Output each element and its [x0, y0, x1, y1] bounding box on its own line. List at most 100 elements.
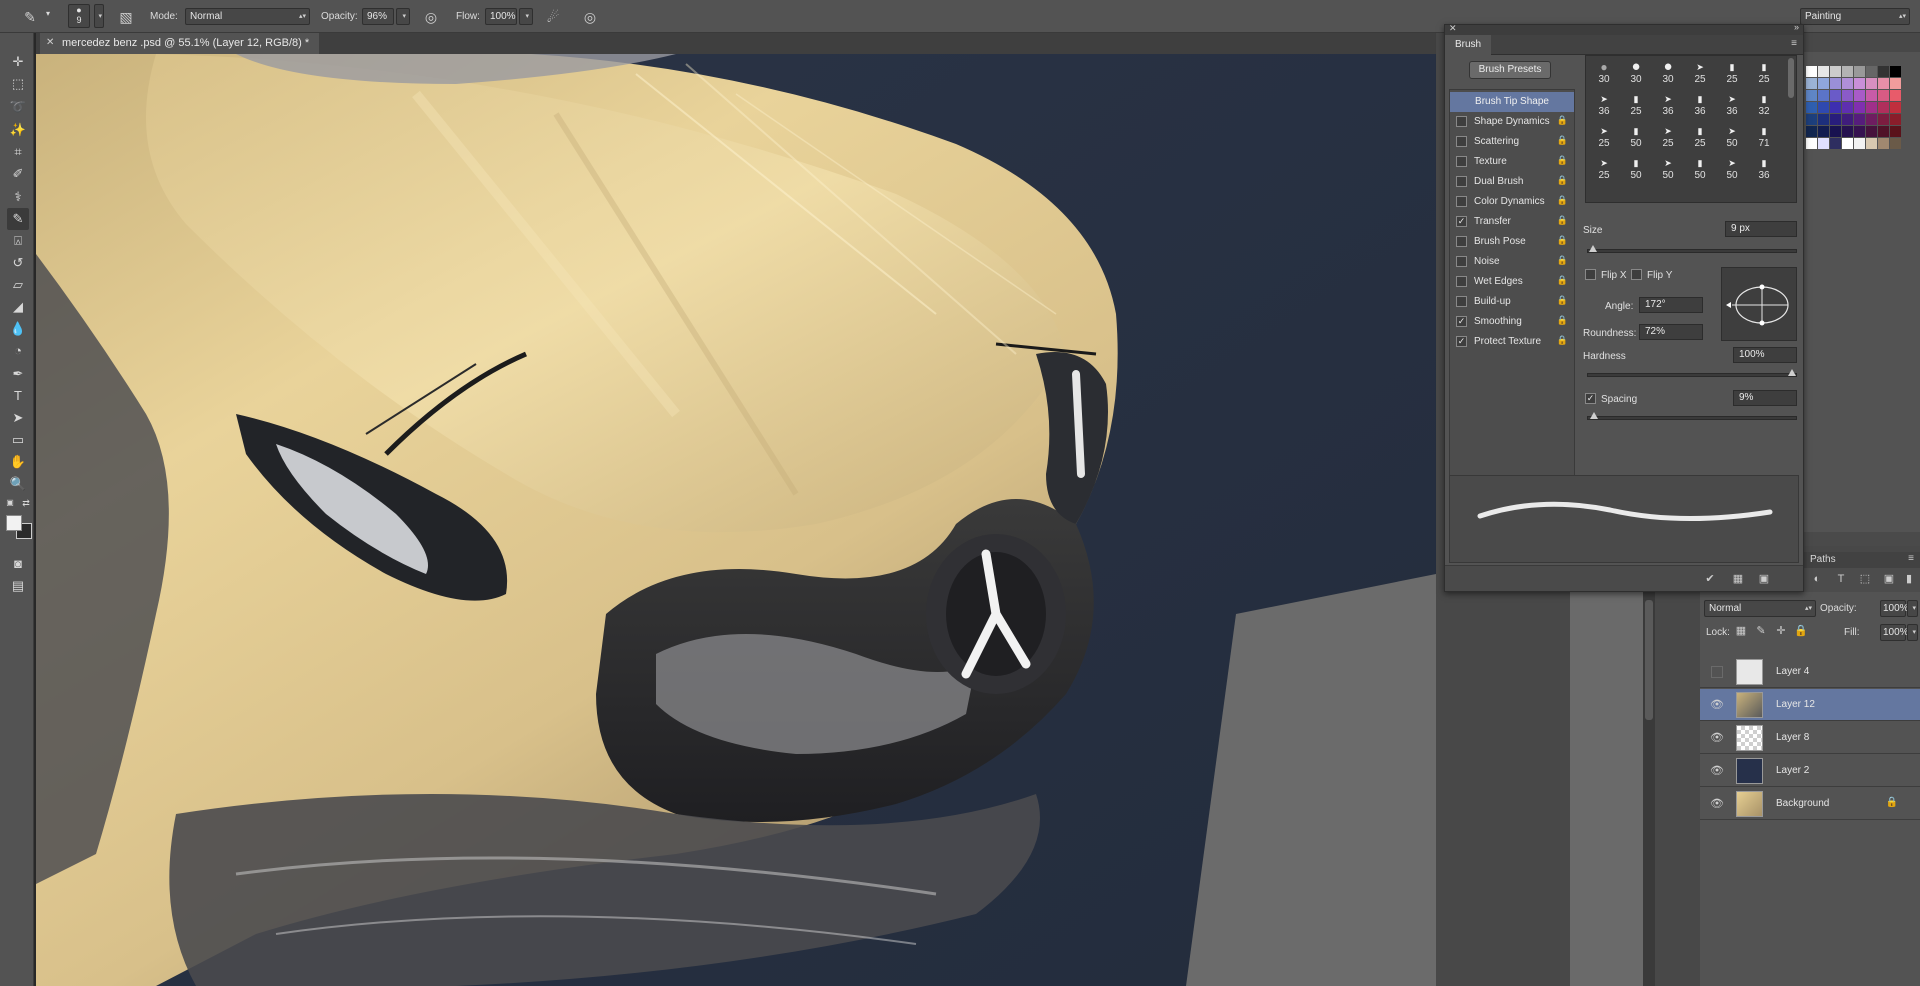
brush-option-checkbox[interactable]: [1456, 176, 1467, 187]
slider-knob[interactable]: [1788, 369, 1796, 376]
brush-tip[interactable]: ➤ 25: [1590, 156, 1618, 186]
visibility-eye-icon[interactable]: 👁: [1710, 797, 1724, 811]
size-slider[interactable]: [1587, 245, 1797, 253]
lock-icon[interactable]: 🔒: [1557, 175, 1568, 186]
color-swatch[interactable]: [1830, 126, 1841, 137]
roundness-input[interactable]: 72%: [1639, 324, 1703, 340]
color-swatch[interactable]: [1818, 102, 1829, 113]
color-swatch[interactable]: [1878, 66, 1889, 77]
close-icon[interactable]: ✕: [1449, 23, 1457, 34]
layer-thumbnail[interactable]: [1736, 791, 1763, 817]
brush-tip[interactable]: ▮ 36: [1750, 156, 1778, 186]
color-swatch[interactable]: [1866, 66, 1877, 77]
layer-thumbnail[interactable]: [1736, 692, 1763, 718]
layer-thumbnail[interactable]: [1736, 758, 1763, 784]
brush-tip[interactable]: ● 30: [1590, 60, 1618, 90]
brush-option-checkbox[interactable]: ✓: [1456, 216, 1467, 227]
brush-tip[interactable]: ▮ 36: [1686, 92, 1714, 122]
shape-filter-icon[interactable]: ⬚: [1858, 572, 1872, 586]
swap-colors-icon[interactable]: ⇄: [20, 497, 32, 509]
color-swatch[interactable]: [1866, 126, 1877, 137]
blur-tool-icon[interactable]: 💧: [7, 318, 29, 340]
panel-menu-icon[interactable]: ≡: [1791, 38, 1797, 49]
color-swatch[interactable]: [1890, 78, 1901, 89]
brush-option-checkbox[interactable]: [1456, 256, 1467, 267]
toggle-live-tip-icon[interactable]: ✔: [1703, 572, 1717, 586]
brush-option-item[interactable]: Build-up 🔒: [1450, 292, 1574, 312]
quick-mask-icon[interactable]: ◙: [7, 553, 29, 575]
new-brush-icon[interactable]: ▣: [1757, 572, 1771, 586]
opacity-input[interactable]: 96%: [362, 8, 394, 25]
color-swatch[interactable]: [1854, 102, 1865, 113]
layer-thumbnail[interactable]: [1736, 659, 1763, 685]
tip-grid-scrollbar[interactable]: [1788, 58, 1794, 98]
visibility-eye-icon[interactable]: 👁: [1710, 764, 1724, 778]
color-swatch[interactable]: [1866, 138, 1877, 149]
brush-option-item[interactable]: Scattering 🔒: [1450, 132, 1574, 152]
brush-option-item[interactable]: Brush Pose 🔒: [1450, 232, 1574, 252]
brush-tip[interactable]: ➤ 25: [1654, 124, 1682, 154]
color-swatch[interactable]: [1842, 90, 1853, 101]
color-swatch[interactable]: [1830, 66, 1841, 77]
zoom-tool-icon[interactable]: 🔍: [7, 473, 29, 495]
color-swatch[interactable]: [1842, 66, 1853, 77]
color-swatch[interactable]: [1878, 114, 1889, 125]
hand-tool-icon[interactable]: ✋: [7, 451, 29, 473]
color-swatch[interactable]: [1842, 126, 1853, 137]
color-swatch[interactable]: [1818, 78, 1829, 89]
layer-thumbnail[interactable]: [1736, 725, 1763, 751]
lock-icon[interactable]: 🔒: [1557, 315, 1568, 326]
tab-brush[interactable]: Brush: [1445, 35, 1492, 55]
visibility-eye-icon[interactable]: 👁: [1710, 698, 1724, 712]
color-swatch[interactable]: [1878, 138, 1889, 149]
angle-roundness-widget[interactable]: [1721, 267, 1797, 341]
panel-title-bar[interactable]: ✕ »: [1445, 22, 1803, 35]
color-swatch[interactable]: [1866, 90, 1877, 101]
toggle-brush-panel-icon[interactable]: ▧: [116, 7, 136, 27]
brush-option-checkbox[interactable]: [1456, 236, 1467, 247]
color-swatch[interactable]: [1890, 102, 1901, 113]
layer-row[interactable]: Layer 4: [1700, 656, 1920, 688]
color-swatch[interactable]: [1830, 102, 1841, 113]
brush-option-checkbox[interactable]: [1456, 296, 1467, 307]
lock-icon[interactable]: 🔒: [1557, 155, 1568, 166]
spacing-checkbox[interactable]: ✓: [1585, 393, 1596, 404]
color-swatch[interactable]: [1842, 102, 1853, 113]
color-swatch[interactable]: [1842, 138, 1853, 149]
color-swatch[interactable]: [1854, 78, 1865, 89]
lock-all-icon[interactable]: 🔒: [1794, 624, 1808, 638]
fill-dropdown[interactable]: ▾: [1907, 624, 1918, 641]
color-swatch[interactable]: [1854, 126, 1865, 137]
color-swatch[interactable]: [1866, 114, 1877, 125]
lock-position-icon[interactable]: ✛: [1774, 624, 1788, 638]
lock-icon[interactable]: 🔒: [1557, 255, 1568, 266]
color-swatch[interactable]: [1830, 138, 1841, 149]
adjustment-filter-icon[interactable]: ◐: [1810, 572, 1824, 586]
color-swatch[interactable]: [1830, 78, 1841, 89]
color-swatch[interactable]: [1890, 138, 1901, 149]
layer-row[interactable]: 👁 Layer 12: [1700, 689, 1920, 721]
color-swatch[interactable]: [1878, 90, 1889, 101]
lock-icon[interactable]: 🔒: [1557, 195, 1568, 206]
lock-icon[interactable]: 🔒: [1557, 275, 1568, 286]
path-selection-tool-icon[interactable]: ➤: [7, 407, 29, 429]
eraser-tool-icon[interactable]: ▱: [7, 274, 29, 296]
slider-knob[interactable]: [1590, 412, 1598, 419]
history-brush-tool-icon[interactable]: ↺: [7, 252, 29, 274]
brush-tip[interactable]: ▮ 50: [1622, 156, 1650, 186]
opacity-dropdown[interactable]: ▾: [396, 8, 410, 25]
color-swatch[interactable]: [1818, 90, 1829, 101]
color-swatch[interactable]: [1854, 90, 1865, 101]
brush-grid-icon[interactable]: ▦: [1731, 572, 1745, 586]
color-swatch[interactable]: [1878, 102, 1889, 113]
flip-y-checkbox[interactable]: [1631, 269, 1642, 280]
brush-option-item[interactable]: Texture 🔒: [1450, 152, 1574, 172]
mode-select[interactable]: Normal ▴▾: [185, 8, 310, 25]
clone-stamp-tool-icon[interactable]: ⍓: [7, 230, 29, 252]
scrollbar-thumb[interactable]: [1645, 600, 1653, 720]
brush-option-checkbox[interactable]: [1456, 276, 1467, 287]
brush-tip[interactable]: ▮ 25: [1750, 60, 1778, 90]
layer-opacity-input[interactable]: 100%: [1880, 600, 1909, 617]
brush-preset-dropdown[interactable]: ▾: [94, 4, 104, 28]
color-swatch[interactable]: [1854, 66, 1865, 77]
